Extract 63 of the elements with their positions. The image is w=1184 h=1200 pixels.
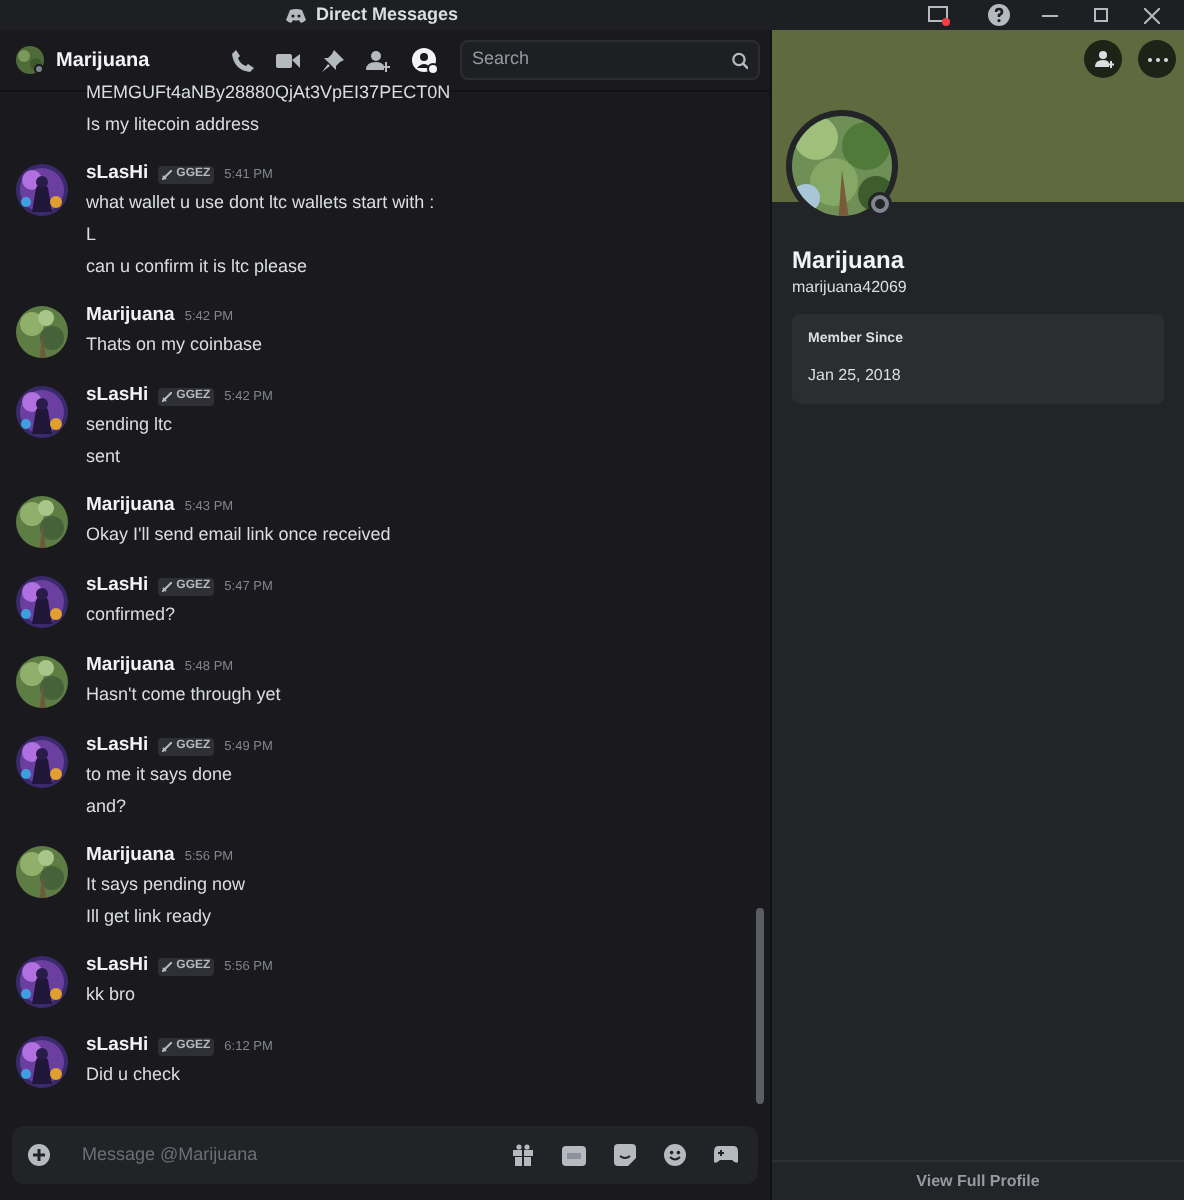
maximize-icon[interactable]	[1094, 8, 1108, 22]
game-controller-icon[interactable]	[714, 1146, 738, 1164]
help-icon[interactable]	[988, 4, 1010, 26]
author-name: Marijuana	[86, 302, 175, 331]
message-text: L	[86, 222, 99, 246]
author-name: sLasHi	[86, 952, 149, 981]
author-name: sLasHi	[86, 732, 149, 761]
message-field[interactable]: Message @Marijuana	[82, 1141, 512, 1169]
profile-display-name: Marijuana	[792, 246, 907, 276]
author-name: Marijuana	[86, 492, 175, 521]
author-name: sLasHi	[86, 1032, 149, 1061]
pin-icon[interactable]	[322, 49, 344, 71]
search-box[interactable]: Search	[460, 40, 760, 80]
message-text: what wallet u use dont ltc wallets start with :	[86, 190, 435, 214]
message-text: sending ltc	[86, 412, 175, 436]
emoji-icon[interactable]	[664, 1144, 686, 1166]
gift-icon[interactable]	[512, 1144, 534, 1166]
search-field[interactable]: Search	[472, 46, 732, 74]
member-since-date: Jan 25, 2018	[808, 363, 903, 387]
message-text: confirmed?	[86, 602, 178, 626]
user-profile-icon[interactable]	[412, 47, 438, 73]
phone-icon[interactable]	[232, 49, 254, 71]
sword-icon	[162, 962, 173, 972]
message-text: MEMGUFt4aNBy28880QjAt3VpEI37PECT0N	[86, 80, 451, 104]
message-text: kk bro	[86, 982, 138, 1006]
discord-logo-icon	[286, 7, 306, 23]
sword-icon	[162, 742, 173, 752]
message-text: to me it says done	[86, 762, 235, 786]
sticker-icon[interactable]	[614, 1144, 636, 1166]
video-camera-icon[interactable]	[276, 51, 300, 69]
message-text: Hasn't come through yet	[86, 682, 281, 706]
author-name: sLasHi	[86, 382, 149, 411]
message-text: Is my litecoin address	[86, 112, 262, 136]
author-name: sLasHi	[86, 160, 149, 189]
message-text: Thats on my coinbase	[86, 332, 263, 356]
add-friend-button[interactable]	[1084, 40, 1122, 78]
scrollbar[interactable]	[756, 908, 764, 1104]
sword-icon	[162, 1042, 173, 1052]
add-friend-icon[interactable]	[366, 49, 390, 71]
message-composer[interactable]: Message @Marijuana	[12, 1126, 758, 1184]
profile-username: marijuana42069	[792, 276, 909, 298]
more-options-button[interactable]	[1138, 40, 1176, 78]
search-icon	[731, 51, 748, 69]
message-text: It says pending now	[86, 872, 246, 896]
author-name: sLasHi	[86, 572, 149, 601]
conversation-name: Marijuana	[56, 47, 150, 75]
sword-icon	[162, 392, 173, 402]
window-title: Direct Messages	[316, 1, 459, 28]
sword-icon	[162, 582, 173, 592]
message-text: Okay I'll send email link once received	[86, 522, 391, 546]
author-name: Marijuana	[86, 842, 175, 871]
add-icon[interactable]	[28, 1144, 50, 1166]
message-text: Did u check	[86, 1062, 183, 1086]
close-icon[interactable]	[1144, 7, 1160, 23]
sword-icon	[162, 170, 173, 180]
add-friend-icon	[1093, 50, 1113, 68]
message-text: Ill get link ready	[86, 904, 214, 928]
message-text: can u confirm it is ltc please	[86, 254, 310, 278]
author-name: Marijuana	[86, 652, 175, 681]
message-text: sent	[86, 444, 123, 468]
message-text: and?	[86, 794, 129, 818]
screen-share-icon[interactable]	[928, 5, 950, 25]
view-full-profile-link[interactable]: View Full Profile	[916, 1169, 1040, 1193]
